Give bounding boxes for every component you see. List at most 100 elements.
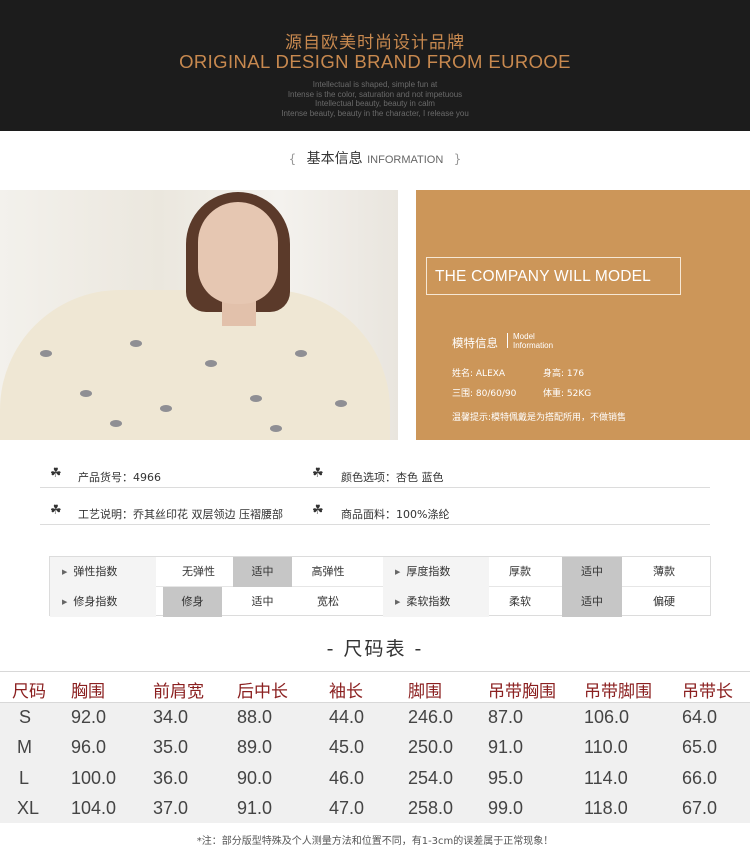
index-option-selected: 适中 (233, 557, 292, 587)
index-option: 高弹性 (311, 565, 345, 578)
size-cell: 254.0 (408, 768, 454, 788)
index-label-elasticity: 弹性指数 (50, 557, 156, 587)
brace-left: { (288, 152, 297, 166)
index-label-softness: 柔软指数 (383, 587, 489, 617)
size-cell: XL (17, 798, 40, 818)
banner-title-cn: 源自欧美时尚设计品牌 (285, 33, 465, 53)
size-cell: 36.0 (153, 768, 189, 788)
size-cell: 89.0 (237, 737, 273, 757)
trefoil-icon: ☘ (312, 503, 324, 518)
size-cell: 90.0 (237, 768, 273, 788)
size-cell: 96.0 (71, 737, 107, 757)
brace-right: } (453, 152, 462, 166)
floral-blouse (0, 290, 390, 440)
size-cell: M (17, 737, 32, 757)
model-heading-divider (507, 333, 508, 348)
size-cell: 66.0 (682, 768, 718, 788)
model-info-panel: THE COMPANY WILL MODEL 模特信息 Model Inform… (416, 190, 750, 440)
size-cell: 67.0 (682, 798, 718, 818)
size-cell: 110.0 (584, 737, 628, 757)
banner-line: Intellectual beauty, beauty in calm (315, 99, 435, 108)
size-header-cami-length: 吊带长 (682, 682, 733, 702)
size-cell: 44.0 (329, 707, 365, 727)
size-header-cami-hem: 吊带脚围 (584, 682, 652, 702)
size-cell: S (19, 707, 32, 727)
size-chart-title: - 尺码表 - (326, 638, 424, 660)
product-fabric: 商品面料：100%涤纶 (341, 508, 450, 521)
trefoil-icon: ☘ (50, 466, 62, 481)
size-cell: 118.0 (584, 798, 628, 818)
index-option: 宽松 (317, 595, 339, 608)
section-title: { 基本信息 INFORMATION } (0, 148, 750, 168)
model-heading-cn: 模特信息 (452, 336, 498, 350)
size-chart-note: *注：部分版型特殊及个人测量方法和位置不同，有1-3cm的误差属于正常现象！ (196, 836, 554, 847)
product-colors: 颜色选项：杏色 蓝色 (341, 471, 444, 484)
index-label-thickness: 厚度指数 (383, 557, 489, 587)
divider (40, 487, 710, 488)
size-cell: 104.0 (71, 798, 117, 818)
trefoil-icon: ☘ (312, 466, 324, 481)
divider (40, 524, 710, 525)
size-cell: 114.0 (584, 768, 628, 788)
size-cell: 95.0 (488, 768, 524, 788)
index-option: 适中 (251, 595, 274, 608)
print-dot (130, 340, 142, 347)
size-cell: 246.0 (408, 707, 454, 727)
index-option-selected: 适中 (562, 587, 622, 617)
product-craft: 工艺说明：乔其丝印花 双层领边 压褶腰部 (78, 508, 283, 521)
size-cell: 91.0 (488, 737, 524, 757)
print-dot (335, 400, 347, 407)
size-cell: 46.0 (329, 768, 365, 788)
size-cell: 47.0 (329, 798, 365, 818)
section-title-cn: 基本信息 (306, 151, 363, 167)
size-header-length: 后中长 (237, 682, 288, 702)
banner-line: Intellectual is shaped, simple fun at (312, 80, 438, 89)
banner-tagline: Intellectual is shaped, simple fun at In… (0, 80, 750, 118)
model-name: 姓名: ALEXA (452, 369, 506, 379)
size-header-shoulder: 前肩宽 (153, 682, 204, 702)
section-title-en: INFORMATION (367, 154, 444, 166)
banner-line: Intense is the color, saturation and not… (287, 89, 463, 99)
size-cell: 92.0 (71, 707, 107, 727)
model-height: 身高: 176 (543, 369, 585, 379)
size-cell: 34.0 (153, 707, 189, 727)
brand-banner: 源自欧美时尚设计品牌 ORIGINAL DESIGN BRAND FROM EU… (0, 0, 750, 131)
size-cell: 100.0 (71, 768, 117, 788)
size-cell: 88.0 (237, 707, 273, 727)
size-cell: 99.0 (488, 798, 524, 818)
model-heading-en-2: Information (513, 341, 554, 350)
index-option: 薄款 (653, 565, 675, 578)
size-cell: 91.0 (237, 798, 273, 818)
size-header-cami-bust: 吊带胸围 (488, 682, 556, 702)
model-photo (0, 190, 398, 440)
size-cell: 250.0 (408, 737, 454, 757)
size-cell: 45.0 (329, 737, 365, 757)
model-tip: 温馨提示:模特佩戴是为搭配所用，不做销售 (452, 413, 627, 423)
size-cell: 65.0 (682, 737, 718, 757)
model-box-text: THE COMPANY WILL MODEL (435, 268, 651, 285)
trefoil-icon: ☘ (50, 503, 62, 518)
banner-title-en: ORIGINAL DESIGN BRAND FROM EUROOE (179, 51, 571, 72)
size-cell: 64.0 (682, 707, 718, 727)
model-heading-en: Model Information (513, 332, 553, 350)
index-option: 无弹性 (182, 565, 215, 578)
size-cell: 37.0 (153, 798, 189, 818)
size-header-sleeve: 袖长 (329, 682, 363, 702)
model-measurements: 三围: 80/60/90 (452, 389, 517, 399)
size-header-size: 尺码 (12, 682, 46, 702)
size-header-bust: 胸围 (71, 682, 105, 702)
index-table: 弹性指数 无弹性 适中 高弹性 厚度指数 厚款 适中 薄款 修身指数 修身 适中… (49, 556, 711, 617)
index-option-selected: 修身 (163, 587, 222, 617)
model-heading-en-1: Model (513, 332, 535, 341)
size-cell: 106.0 (584, 707, 630, 727)
banner-line: Intense beauty, beauty in the character,… (281, 108, 469, 118)
print-dot (160, 405, 172, 412)
print-dot (40, 350, 52, 357)
index-option: 偏硬 (653, 595, 675, 608)
product-item-no: 产品货号：4966 (78, 471, 161, 484)
index-option-selected: 适中 (562, 557, 622, 587)
print-dot (80, 390, 92, 397)
index-option: 厚款 (509, 565, 531, 578)
size-cell: 35.0 (153, 737, 189, 757)
index-option: 柔软 (509, 595, 531, 608)
